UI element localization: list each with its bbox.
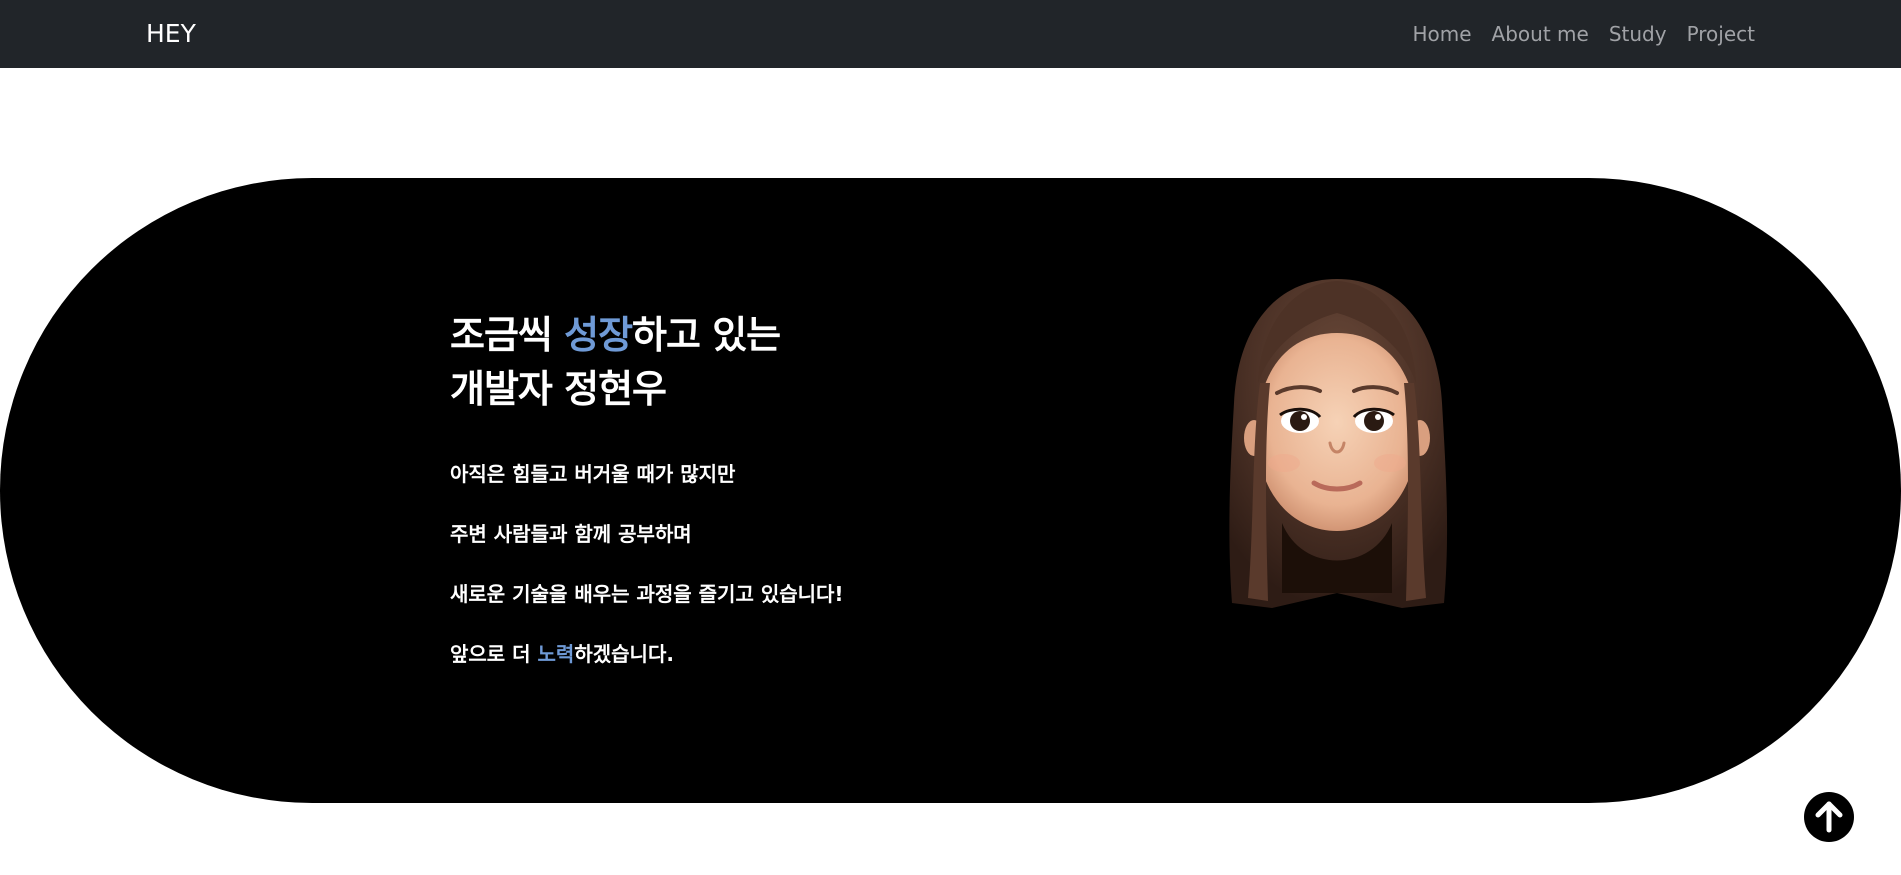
p4-post: 하겠습니다. [574, 642, 674, 666]
hero-paragraph-2: 주변 사람들과 함께 공부하며 [450, 522, 692, 546]
nav-link-study[interactable]: Study [1609, 22, 1667, 46]
arrow-up-icon [1815, 801, 1843, 833]
p4-accent: 노력 [537, 642, 575, 666]
hero-paragraph-4: 앞으로 더 노력하겠습니다. [450, 640, 844, 668]
nav-link-about-me[interactable]: About me [1492, 22, 1589, 46]
headline-line2: 개발자 정현우 [450, 367, 667, 411]
headline-accent: 성장 [564, 313, 633, 357]
headline-line1-post: 하고 있는 [632, 313, 781, 357]
p4-pre: 앞으로 더 [450, 642, 538, 666]
nav-links: Home About me Study Project [1412, 0, 1755, 68]
memoji-avatar [1229, 279, 1448, 608]
scroll-to-top-button[interactable] [1804, 792, 1854, 842]
headline-line1-pre: 조금씩 [450, 313, 565, 357]
hero-section: 조금씩 성장하고 있는 개발자 정현우 아직은 힘들고 버거울 때가 많지만 주… [0, 178, 1901, 803]
nav-link-home[interactable]: Home [1412, 22, 1471, 46]
brand-logo[interactable]: HEY [146, 0, 196, 68]
hero-headline: 조금씩 성장하고 있는 개발자 정현우 [450, 308, 844, 416]
navbar: HEY Home About me Study Project [0, 0, 1901, 68]
hero-paragraph-1: 아직은 힘들고 버거울 때가 많지만 [450, 462, 736, 486]
hero-text: 조금씩 성장하고 있는 개발자 정현우 아직은 힘들고 버거울 때가 많지만 주… [450, 308, 844, 668]
nav-link-project[interactable]: Project [1687, 22, 1755, 46]
hero-paragraph-3: 새로운 기술을 배우는 과정을 즐기고 있습니다! [450, 582, 844, 606]
